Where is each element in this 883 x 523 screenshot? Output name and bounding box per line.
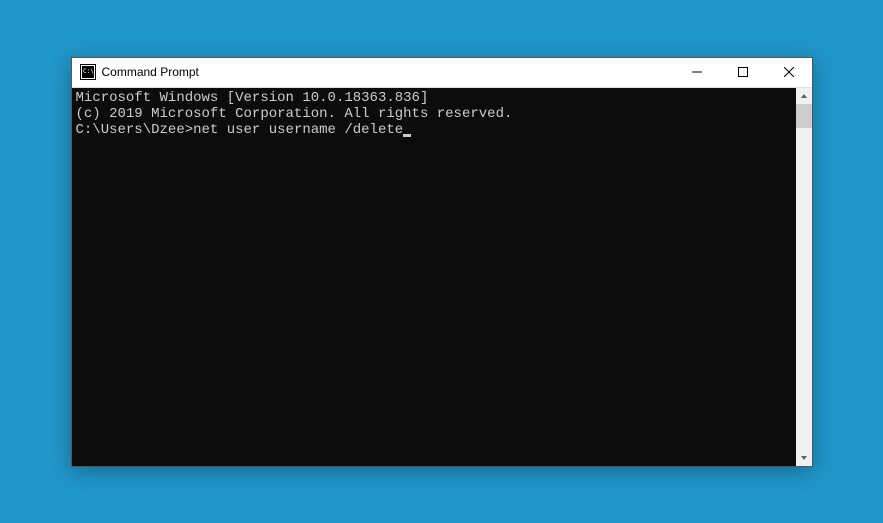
svg-text:C:\: C:\: [83, 68, 94, 75]
titlebar[interactable]: C:\ Command Prompt: [72, 58, 812, 88]
minimize-button[interactable]: [674, 57, 720, 87]
output-line: (c) 2019 Microsoft Corporation. All righ…: [76, 106, 792, 122]
scrollbar-track[interactable]: [796, 104, 812, 450]
terminal-container: Microsoft Windows [Version 10.0.18363.83…: [72, 88, 812, 466]
close-button[interactable]: [766, 57, 812, 87]
app-icon: C:\: [80, 64, 96, 80]
window-title: Command Prompt: [102, 65, 199, 79]
scroll-down-button[interactable]: [796, 450, 812, 466]
scroll-up-button[interactable]: [796, 88, 812, 104]
command-text: net user username /delete: [193, 122, 403, 138]
prompt-text: C:\Users\Dzee>: [76, 122, 194, 138]
vertical-scrollbar[interactable]: [796, 88, 812, 466]
scrollbar-thumb[interactable]: [796, 104, 812, 128]
command-prompt-window: C:\ Command Prompt Microsoft Windows [Ve…: [71, 57, 813, 467]
terminal-output[interactable]: Microsoft Windows [Version 10.0.18363.83…: [72, 88, 796, 466]
output-line: Microsoft Windows [Version 10.0.18363.83…: [76, 90, 792, 106]
maximize-button[interactable]: [720, 57, 766, 87]
cursor-icon: [403, 134, 411, 137]
